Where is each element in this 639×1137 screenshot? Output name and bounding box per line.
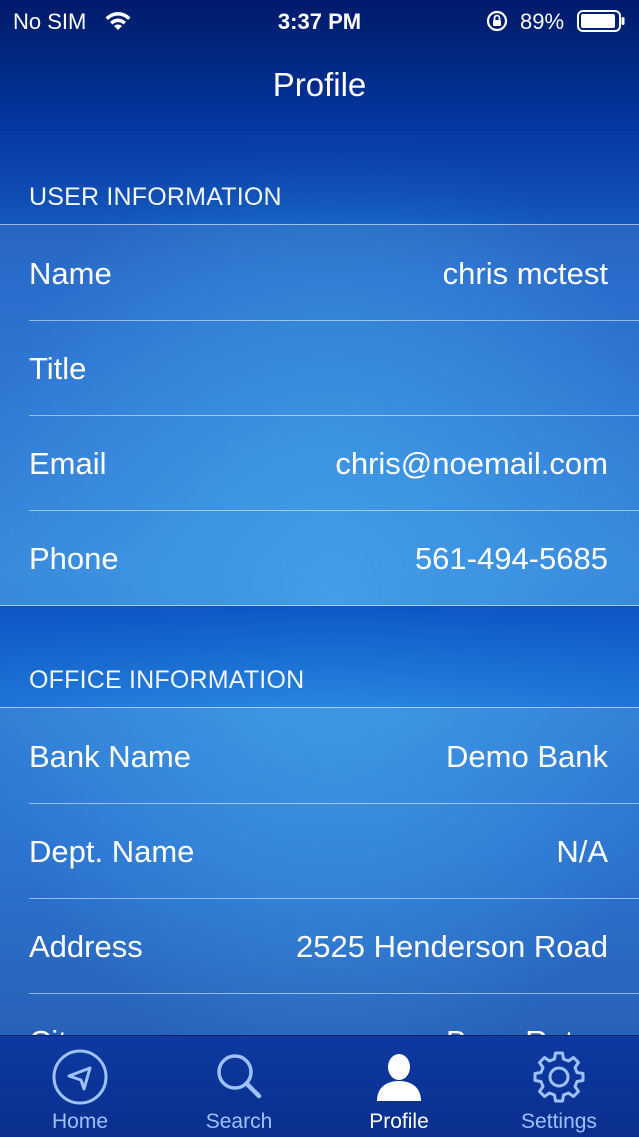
city-row[interactable]: City Boca Raton bbox=[0, 993, 639, 1035]
tab-label: Settings bbox=[521, 1110, 597, 1133]
row-value: N/A bbox=[556, 834, 608, 869]
search-icon bbox=[217, 1054, 262, 1099]
battery-icon bbox=[577, 10, 625, 32]
title-row[interactable]: Title bbox=[0, 320, 639, 415]
user-information-header: USER INFORMATION bbox=[0, 130, 639, 224]
row-label: Title bbox=[29, 351, 87, 386]
gear-icon bbox=[533, 1051, 585, 1103]
row-label: Dept. Name bbox=[29, 834, 195, 869]
row-value: Demo Bank bbox=[446, 739, 608, 774]
row-value: chris@noemail.com bbox=[335, 446, 608, 481]
row-label: Email bbox=[29, 446, 107, 481]
row-value: 2525 Henderson Road bbox=[296, 929, 608, 964]
section-header-label: USER INFORMATION bbox=[29, 183, 282, 211]
row-label: Name bbox=[29, 256, 112, 291]
name-row[interactable]: Name chris mctest bbox=[0, 225, 639, 320]
navigation-bar: Profile bbox=[0, 44, 639, 131]
email-row[interactable]: Email chris@noemail.com bbox=[0, 415, 639, 510]
row-label: Bank Name bbox=[29, 739, 191, 774]
status-bar: No SIM 3:37 PM 89% bbox=[0, 0, 639, 44]
battery-percent: 89% bbox=[520, 9, 565, 34]
row-value: Boca Raton bbox=[446, 1024, 608, 1035]
profile-icon bbox=[377, 1054, 421, 1101]
dept-name-row[interactable]: Dept. Name N/A bbox=[0, 803, 639, 898]
row-label: City bbox=[29, 1024, 82, 1035]
address-row[interactable]: Address 2525 Henderson Road bbox=[0, 898, 639, 993]
home-icon bbox=[52, 1049, 108, 1105]
user-information-group: Name chris mctest Title Email chris@noem… bbox=[0, 224, 639, 606]
row-label: Phone bbox=[29, 541, 119, 576]
row-value: chris mctest bbox=[442, 256, 608, 291]
tab-label: Home bbox=[51, 1110, 109, 1133]
row-label: Address bbox=[29, 929, 143, 964]
tab-profile[interactable]: Profile bbox=[319, 1036, 479, 1137]
section-header-label: OFFICE INFORMATION bbox=[29, 666, 305, 694]
tab-label: Profile bbox=[369, 1110, 429, 1133]
row-value: 561-494-5685 bbox=[414, 541, 608, 576]
tab-bar: Home Search Profile Settings bbox=[0, 1035, 639, 1137]
office-information-header: OFFICE INFORMATION bbox=[0, 606, 639, 707]
bank-name-row[interactable]: Bank Name Demo Bank bbox=[0, 708, 639, 803]
tab-settings[interactable]: Settings bbox=[479, 1036, 639, 1137]
profile-content[interactable]: USER INFORMATION Name chris mctest Title… bbox=[0, 130, 639, 1035]
office-information-group: Bank Name Demo Bank Dept. Name N/A Addre… bbox=[0, 707, 639, 1035]
tab-home[interactable]: Home bbox=[0, 1036, 160, 1137]
page-title: Profile bbox=[272, 66, 367, 103]
tab-search[interactable]: Search bbox=[159, 1036, 319, 1137]
phone-row[interactable]: Phone 561-494-5685 bbox=[0, 510, 639, 605]
rotation-lock-icon bbox=[486, 10, 508, 32]
tab-label: Search bbox=[205, 1110, 273, 1133]
